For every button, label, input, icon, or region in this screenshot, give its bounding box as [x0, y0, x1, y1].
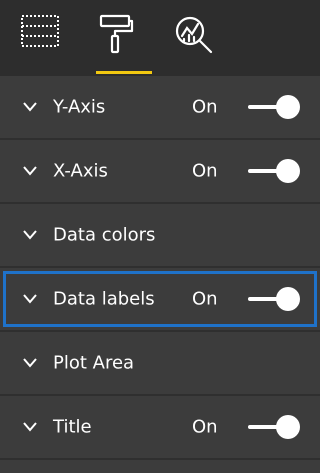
section-label: Plot Area — [53, 352, 135, 374]
section-title[interactable]: Title On — [0, 396, 320, 460]
section-data-labels[interactable]: Data labels On — [0, 268, 320, 332]
section-x-axis[interactable]: X-Axis On — [0, 140, 320, 204]
toggle-state-label: On — [192, 160, 218, 182]
toggle-knob — [276, 287, 300, 311]
chevron-down-icon[interactable] — [22, 228, 38, 242]
toggle-state-label: On — [192, 416, 218, 438]
chevron-down-icon[interactable] — [22, 164, 38, 178]
fields-tab-button[interactable] — [12, 14, 68, 74]
section-label: Data labels — [53, 288, 155, 310]
section-label: Title — [53, 416, 92, 438]
section-plot-area[interactable]: Plot Area — [0, 332, 320, 396]
chevron-down-icon[interactable] — [22, 100, 38, 114]
toggle-knob — [276, 95, 300, 119]
fields-icon — [21, 15, 59, 47]
y-axis-toggle[interactable] — [248, 93, 304, 121]
toggle-knob — [276, 159, 300, 183]
x-axis-toggle[interactable] — [248, 157, 304, 185]
analytics-tab-button[interactable] — [166, 14, 222, 74]
format-sections-list: Y-Axis On X-Axis On Data colors Data lab… — [0, 76, 320, 460]
section-y-axis[interactable]: Y-Axis On — [0, 76, 320, 140]
visualizations-format-pane: Y-Axis On X-Axis On Data colors Data lab… — [0, 0, 320, 473]
section-label: Y-Axis — [53, 96, 106, 118]
toggle-state-label: On — [192, 288, 218, 310]
toggle-state-label: On — [192, 96, 218, 118]
section-label: Data colors — [53, 224, 156, 246]
pane-toolbar — [0, 0, 320, 76]
toggle-knob — [276, 415, 300, 439]
data-labels-toggle[interactable] — [248, 285, 304, 313]
analytics-magnifier-icon — [175, 16, 213, 54]
format-paint-roller-icon — [99, 14, 134, 54]
chevron-down-icon[interactable] — [22, 420, 38, 434]
title-toggle[interactable] — [248, 413, 304, 441]
chevron-down-icon[interactable] — [22, 292, 38, 306]
section-data-colors[interactable]: Data colors — [0, 204, 320, 268]
format-tab-button[interactable] — [88, 14, 152, 74]
chevron-down-icon[interactable] — [22, 356, 38, 370]
section-label: X-Axis — [53, 160, 108, 182]
